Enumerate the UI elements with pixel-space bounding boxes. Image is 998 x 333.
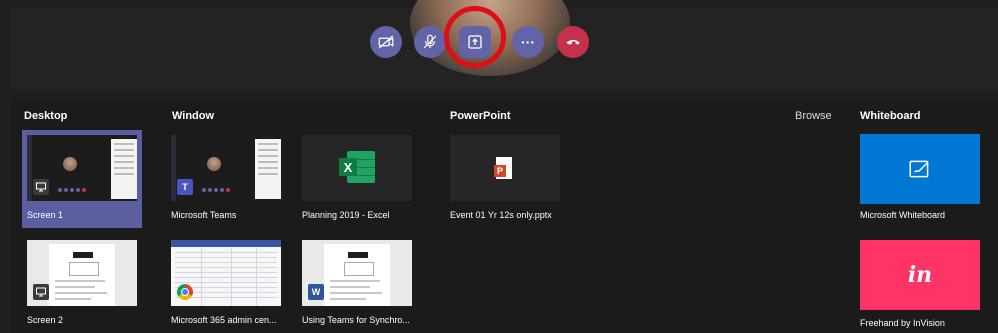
whiteboard-item-freehand[interactable]: in	[860, 240, 980, 310]
window-item-microsoft-teams[interactable]: T Microsoft Teams	[166, 130, 286, 228]
tile-label: Planning 2019 - Excel	[302, 210, 390, 220]
tile-label: Screen 2	[27, 315, 64, 325]
window-item-excel[interactable]: X Planning 2019 - Excel	[297, 130, 417, 228]
section-title-desktop: Desktop	[24, 110, 68, 122]
tile-label: Microsoft Teams	[171, 210, 237, 220]
section-title-powerpoint: PowerPoint	[450, 110, 511, 122]
tile-label: Microsoft Whiteboard	[860, 210, 946, 220]
browse-link[interactable]: Browse	[795, 110, 832, 122]
mic-toggle-button[interactable]	[414, 26, 446, 58]
tile-label: Freehand by InVision	[860, 318, 945, 328]
powerpoint-icon: P	[494, 157, 514, 179]
tile-label: Event 01 Yr 12s only.pptx	[450, 210, 552, 220]
more-icon: ···	[521, 34, 535, 50]
section-title-whiteboard: Whiteboard	[860, 110, 921, 122]
tile-label: Using Teams for Synchro...	[302, 315, 410, 325]
chrome-icon	[177, 284, 193, 300]
whiteboard-item-microsoft-whiteboard[interactable]	[860, 134, 980, 204]
tile-label: Microsoft 365 admin cen...	[171, 315, 277, 325]
teams-icon: T	[177, 179, 193, 195]
window-thumbnail: W	[302, 240, 412, 306]
desktop-item-screen-2[interactable]: Screen 2	[22, 235, 142, 333]
hang-up-button[interactable]	[557, 26, 589, 58]
monitor-icon	[33, 284, 49, 300]
screen-thumbnail	[27, 240, 137, 306]
more-options-button[interactable]: ···	[512, 26, 544, 58]
section-title-window: Window	[172, 110, 215, 122]
excel-icon: X	[339, 151, 375, 183]
window-thumbnail: T	[171, 135, 281, 201]
highlight-circle	[444, 6, 506, 68]
file-thumbnail: P	[450, 135, 560, 201]
mic-off-icon	[423, 34, 437, 49]
window-item-m365-admin[interactable]: Microsoft 365 admin cen...	[166, 235, 286, 333]
hang-up-icon	[566, 39, 580, 45]
powerpoint-item[interactable]: P Event 01 Yr 12s only.pptx	[445, 130, 565, 228]
screen-thumbnail	[27, 135, 137, 201]
window-item-word-document[interactable]: W Using Teams for Synchro...	[297, 235, 417, 333]
window-thumbnail	[171, 240, 281, 306]
desktop-item-screen-1[interactable]: Screen 1	[22, 130, 142, 228]
camera-toggle-button[interactable]	[370, 26, 402, 58]
monitor-icon	[33, 179, 49, 195]
window-thumbnail: X	[302, 135, 412, 201]
share-tray-screen: ··· Desktop Window PowerPoint Browse Whi…	[0, 0, 998, 333]
tile-label: Screen 1	[27, 210, 64, 220]
camera-off-icon	[378, 35, 394, 49]
invision-icon: in	[907, 262, 933, 288]
whiteboard-icon	[909, 160, 929, 178]
word-icon: W	[308, 284, 324, 300]
